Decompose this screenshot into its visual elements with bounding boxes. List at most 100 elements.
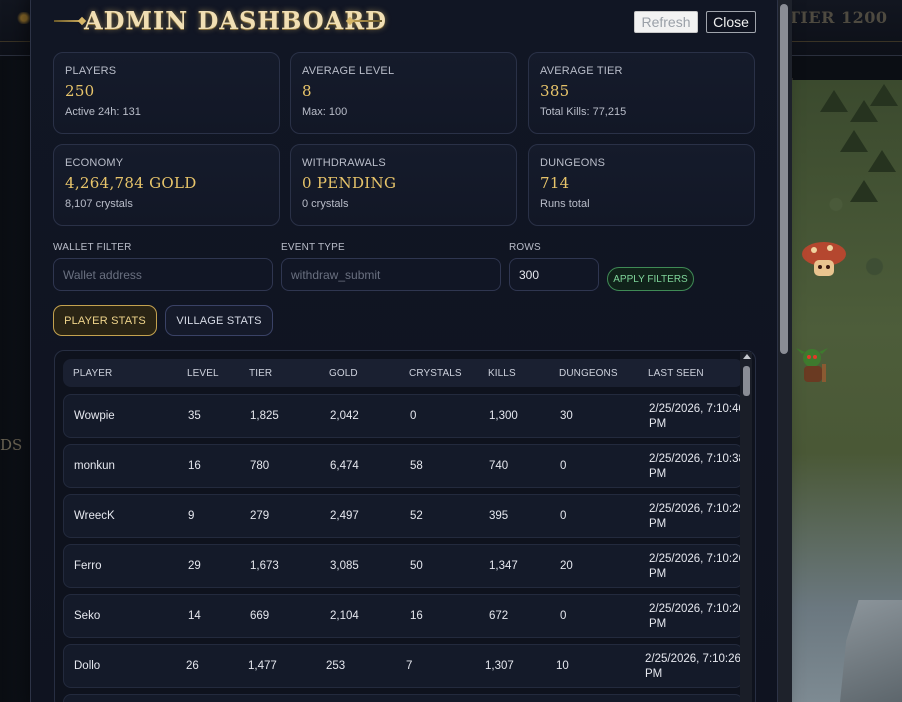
- event-type-label: EVENT TYPE: [281, 242, 345, 253]
- cell-gold: 253: [326, 660, 346, 672]
- cell-tier: 669: [250, 610, 270, 622]
- scroll-up-arrow-icon[interactable]: [743, 354, 751, 359]
- table-row[interactable]: WreecK 9 279 2,497 52 395 0 2/25/2026, 7…: [63, 494, 745, 538]
- modal-scrollbar-thumb[interactable]: [780, 4, 788, 354]
- wallet-filter-placeholder: Wallet address: [63, 267, 142, 282]
- stat-sub: Max: 100: [302, 106, 348, 118]
- table-row[interactable]: Wowpie 35 1,825 2,042 0 1,300 30 2/25/20…: [63, 394, 745, 438]
- stat-card-average-level: AVERAGE LEVEL 8 Max: 100: [290, 52, 517, 134]
- tree-icon: [870, 84, 898, 106]
- player-stats-table: PLAYER LEVEL TIER GOLD CRYSTALS KILLS DU…: [54, 350, 756, 702]
- cell-level: 35: [188, 410, 201, 422]
- cell-tier: 1,477: [248, 660, 277, 672]
- stat-sub: Total Kills: 77,215: [540, 106, 627, 118]
- cell-gold: 2,497: [330, 510, 359, 522]
- tree-icon: [868, 150, 896, 172]
- table-scrollbar-thumb[interactable]: [743, 366, 750, 396]
- cell-crystals: 0: [410, 410, 417, 422]
- last-seen-ampm: PM: [649, 618, 667, 630]
- table-row[interactable]: Ferro 29 1,673 3,085 50 1,347 20 2/25/20…: [63, 544, 745, 588]
- last-seen-ampm: PM: [649, 418, 667, 430]
- last-seen-ampm: PM: [649, 518, 667, 530]
- stat-sub: 8,107 crystals: [65, 198, 133, 210]
- col-header-tier[interactable]: TIER: [249, 368, 272, 379]
- cell-dungeons: 0: [560, 460, 567, 472]
- cell-player: WreecK: [74, 510, 115, 522]
- cell-tier: 1,673: [250, 560, 279, 572]
- cell-last-seen: 2/25/2026, 7:10:29 PM: [649, 502, 749, 532]
- stat-label: PLAYERS: [65, 65, 117, 77]
- stat-label: ECONOMY: [65, 157, 124, 169]
- col-header-last-seen[interactable]: LAST SEEN: [648, 368, 704, 379]
- event-type-input[interactable]: withdraw_submit: [281, 258, 501, 291]
- cell-kills: 1,300: [489, 410, 518, 422]
- last-seen-date: 2/25/2026, 7:10:26: [649, 603, 745, 615]
- rows-label: ROWS: [509, 242, 541, 253]
- cell-tier: 1,825: [250, 410, 279, 422]
- col-header-player[interactable]: PLAYER: [73, 368, 112, 379]
- cell-dungeons: 0: [560, 510, 567, 522]
- modal-header: ADMIN DASHBOARD: [54, 6, 387, 36]
- cell-player: Wowpie: [74, 410, 115, 422]
- cell-kills: 395: [489, 510, 509, 522]
- tab-village-stats[interactable]: VILLAGE STATS: [165, 305, 273, 336]
- tree-icon: [850, 180, 878, 202]
- cell-gold: 6,474: [330, 460, 359, 472]
- modal-title: ADMIN DASHBOARD: [84, 6, 387, 35]
- last-seen-date: 2/25/2026, 7:10:26: [649, 553, 745, 565]
- col-header-kills[interactable]: KILLS: [488, 368, 516, 379]
- cell-tier: 279: [250, 510, 270, 522]
- cell-dungeons: 10: [556, 660, 569, 672]
- cell-kills: 1,347: [489, 560, 518, 572]
- stat-card-dungeons: DUNGEONS 714 Runs total: [528, 144, 755, 226]
- table-row[interactable]: Dollo 26 1,477 253 7 1,307 10 2/25/2026,…: [63, 644, 743, 688]
- table-header: PLAYER LEVEL TIER GOLD CRYSTALS KILLS DU…: [63, 359, 743, 387]
- cell-level: 26: [186, 660, 199, 672]
- last-seen-date: 2/25/2026, 7:10:26: [645, 653, 741, 665]
- cell-dungeons: 30: [560, 410, 573, 422]
- cell-kills: 740: [489, 460, 509, 472]
- col-header-gold[interactable]: GOLD: [329, 368, 358, 379]
- stat-card-players: PLAYERS 250 Active 24h: 131: [53, 52, 280, 134]
- cell-level: 14: [188, 610, 201, 622]
- table-row[interactable]: Seko 14 669 2,104 16 672 0 2/25/2026, 7:…: [63, 594, 745, 638]
- last-seen-ampm: PM: [649, 468, 667, 480]
- game-left-text: DS: [0, 436, 23, 454]
- table-row[interactable]: [63, 694, 743, 702]
- last-seen-date: 2/25/2026, 7:10:29: [649, 503, 745, 515]
- table-scrollbar-track[interactable]: [740, 352, 752, 702]
- cell-player: Seko: [74, 610, 101, 622]
- refresh-button[interactable]: Refresh: [634, 11, 698, 33]
- close-button[interactable]: Close: [706, 11, 756, 33]
- apply-filters-button[interactable]: APPLY FILTERS: [607, 267, 694, 291]
- tab-player-stats[interactable]: PLAYER STATS: [53, 305, 157, 336]
- cell-level: 16: [188, 460, 201, 472]
- col-header-level[interactable]: LEVEL: [187, 368, 219, 379]
- wallet-filter-input[interactable]: Wallet address: [53, 258, 273, 291]
- cell-player: Dollo: [74, 660, 101, 672]
- cell-last-seen: 2/25/2026, 7:10:26 PM: [649, 552, 749, 582]
- mushroom-enemy-icon: [802, 242, 846, 276]
- cell-last-seen: 2/25/2026, 7:10:26 PM: [645, 652, 745, 682]
- stat-value: 714: [540, 174, 570, 192]
- col-header-crystals[interactable]: CRYSTALS: [409, 368, 462, 379]
- cell-kills: 672: [489, 610, 509, 622]
- stat-value: 8: [302, 82, 312, 100]
- stat-sub: Active 24h: 131: [65, 106, 141, 118]
- stat-card-average-tier: AVERAGE TIER 385 Total Kills: 77,215: [528, 52, 755, 134]
- stat-label: WITHDRAWALS: [302, 157, 386, 169]
- last-seen-ampm: PM: [645, 668, 663, 680]
- title-ornament-left: [54, 20, 82, 22]
- title-ornament-right: [350, 20, 382, 22]
- rows-input[interactable]: 300: [509, 258, 599, 291]
- cell-player: monkun: [74, 460, 115, 472]
- col-header-dungeons[interactable]: DUNGEONS: [559, 368, 618, 379]
- stat-card-withdrawals: WITHDRAWALS 0 PENDING 0 crystals: [290, 144, 517, 226]
- cell-gold: 2,042: [330, 410, 359, 422]
- rows-value: 300: [519, 267, 540, 282]
- stat-sub: Runs total: [540, 198, 590, 210]
- table-row[interactable]: monkun 16 780 6,474 58 740 0 2/25/2026, …: [63, 444, 745, 488]
- cell-crystals: 50: [410, 560, 423, 572]
- cell-dungeons: 20: [560, 560, 573, 572]
- cell-crystals: 7: [406, 660, 413, 672]
